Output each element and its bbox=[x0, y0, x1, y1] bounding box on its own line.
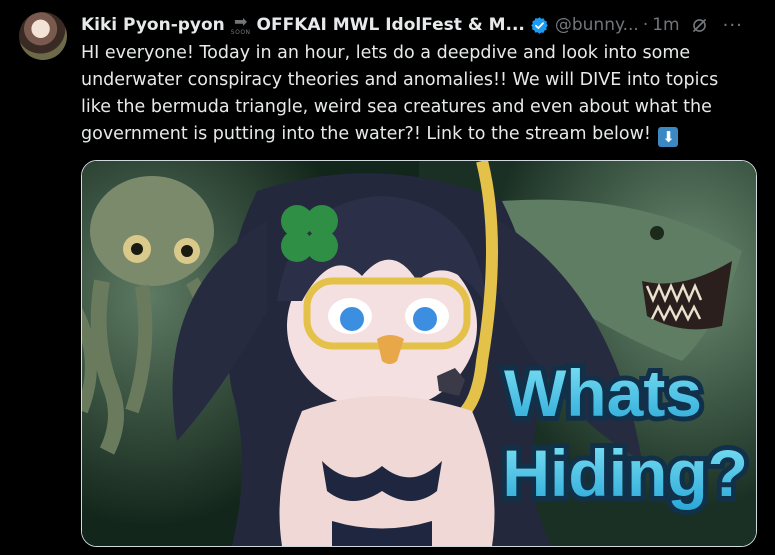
more-icon[interactable]: ··· bbox=[723, 15, 743, 36]
post-header: Kiki Pyon-pyon ➡ SOON OFFKAI MWL IdolFes… bbox=[81, 12, 765, 38]
post-timestamp[interactable]: 1m bbox=[652, 15, 679, 35]
separator-dot: · bbox=[642, 15, 649, 35]
post-text: HI everyone! Today in an hour, lets do a… bbox=[81, 40, 751, 148]
author-display-name[interactable]: Kiki Pyon-pyon bbox=[81, 15, 225, 35]
author-handle[interactable]: @bunny... bbox=[555, 15, 639, 35]
down-arrow-emoji: ⬇ bbox=[658, 127, 679, 147]
soon-tag: SOON bbox=[230, 29, 251, 36]
grok-icon[interactable] bbox=[690, 16, 709, 35]
soon-badge: ➡ SOON bbox=[231, 14, 251, 36]
author-event-name[interactable]: OFFKAI MWL IdolFest & M... bbox=[257, 15, 525, 35]
verified-badge-icon[interactable] bbox=[530, 16, 549, 35]
media-title-line1-fill: Whats bbox=[504, 356, 702, 430]
post-media-image[interactable]: Whats Whats Hiding? Hiding? bbox=[81, 160, 757, 547]
post-body: HI everyone! Today in an hour, lets do a… bbox=[81, 43, 719, 144]
soon-arrow-icon: ➡ bbox=[233, 12, 248, 31]
author-avatar[interactable] bbox=[19, 12, 67, 60]
media-title-line2-fill: Hiding? bbox=[502, 436, 748, 510]
media-illustration: Whats Whats Hiding? Hiding? bbox=[82, 161, 756, 546]
